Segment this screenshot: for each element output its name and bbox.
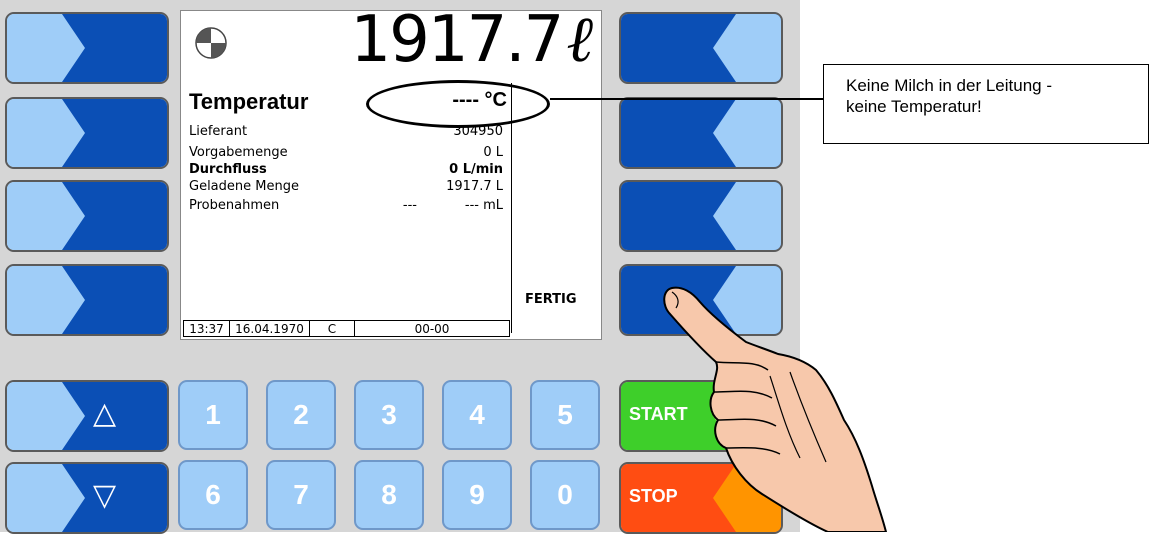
row-durchfluss: Durchfluss 0 L/min (189, 162, 507, 178)
callout-line-2: keine Temperatur! (846, 97, 982, 116)
left-softkey-2[interactable] (5, 97, 169, 169)
row-value: 1917.7 L (446, 179, 503, 194)
left-softkey-4[interactable] (5, 264, 169, 336)
row-label: Probenahmen (189, 198, 280, 213)
key-9[interactable]: 9 (442, 460, 512, 530)
key-1[interactable]: 1 (178, 380, 248, 450)
volume-value: 1917.7 (350, 3, 564, 77)
arrow-down-button[interactable]: ▽ (5, 462, 169, 534)
callout-line (550, 98, 825, 100)
row-probenahmen: Probenahmen --- --- mL (189, 198, 507, 214)
rotation-disc-icon (195, 27, 227, 59)
row-label: Geladene Menge (189, 179, 299, 194)
row-geladene-menge: Geladene Menge 1917.7 L (189, 179, 507, 195)
row-label: Durchfluss (189, 162, 267, 177)
row-value-a: --- (402, 198, 417, 213)
callout-box: Keine Milch in der Leitung - keine Tempe… (823, 64, 1149, 144)
left-softkey-1[interactable] (5, 12, 169, 84)
key-2[interactable]: 2 (266, 380, 336, 450)
row-value: 0 L/min (449, 162, 503, 177)
status-date: 16.04.1970 (229, 320, 309, 337)
status-bar: 13:37 16.04.1970 C 00-00 (183, 320, 510, 337)
volume-unit: ℓ (566, 3, 593, 77)
callout-line-1: Keine Milch in der Leitung - (846, 76, 1053, 95)
row-value: 0 L (483, 145, 503, 160)
key-0[interactable]: 0 (530, 460, 600, 530)
temperature-highlight-ellipse (366, 80, 550, 128)
right-softkey-3[interactable] (619, 180, 783, 252)
key-8[interactable]: 8 (354, 460, 424, 530)
status-mode: C (309, 320, 354, 337)
key-3[interactable]: 3 (354, 380, 424, 450)
left-softkey-3[interactable] (5, 180, 169, 252)
up-arrow-icon: △ (93, 396, 117, 431)
row-label: Lieferant (189, 124, 248, 139)
row-value-b: --- mL (464, 198, 503, 213)
lcd-screen: 1917.7ℓ Temperatur ---- °C Lieferant 304… (180, 3, 602, 340)
status-code: 00-00 (354, 320, 510, 337)
row-label: Vorgabemenge (189, 145, 288, 160)
right-softkey-1[interactable] (619, 12, 783, 84)
pointing-hand-icon (663, 286, 887, 532)
temperature-title: Temperatur (189, 89, 309, 114)
key-6[interactable]: 6 (178, 460, 248, 530)
key-5[interactable]: 5 (530, 380, 600, 450)
row-vorgabemenge: Vorgabemenge 0 L (189, 145, 507, 161)
volume-display: 1917.7ℓ (350, 3, 593, 77)
key-4[interactable]: 4 (442, 380, 512, 450)
status-time: 13:37 (183, 320, 229, 337)
softkey-label-fertig: FERTIG (525, 292, 577, 307)
down-arrow-icon: ▽ (93, 478, 117, 513)
key-7[interactable]: 7 (266, 460, 336, 530)
right-softkey-2[interactable] (619, 97, 783, 169)
arrow-up-button[interactable]: △ (5, 380, 169, 452)
